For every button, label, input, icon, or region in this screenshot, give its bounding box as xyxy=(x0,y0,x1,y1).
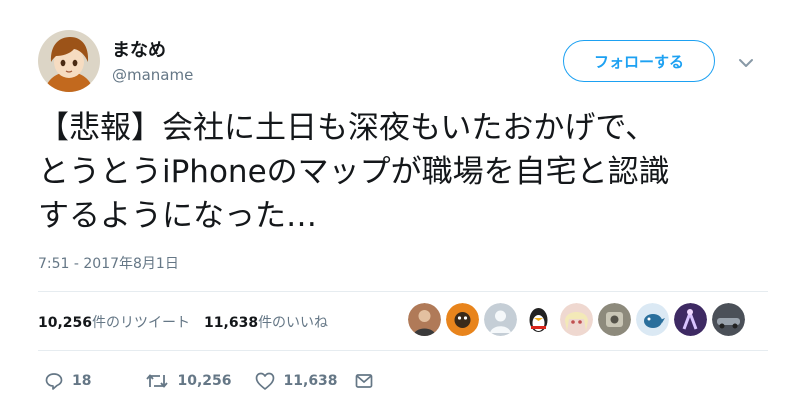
chevron-down-icon xyxy=(739,59,753,67)
tweet-timestamp[interactable]: 7:51 - 2017年8月1日 xyxy=(38,253,179,273)
direct-message-button[interactable] xyxy=(354,371,374,391)
engagement-stats: 10,256件のリツイート 11,638件のいいね xyxy=(38,312,328,332)
retweet-icon xyxy=(146,374,169,388)
user-handle[interactable]: @maname xyxy=(112,66,193,84)
display-name[interactable]: まなめ xyxy=(112,36,166,62)
like-stat-count: 11,638 xyxy=(204,315,259,331)
tweet-card: まなめ @maname フォローする 【悲報】会社に土日も深夜もいたおかげで、 … xyxy=(0,0,800,417)
tweet-text-line: とうとうiPhoneのマップが職場を自宅と認識 xyxy=(38,154,670,190)
tweet-text-line: 【悲報】会社に土日も深夜もいたおかげで、 xyxy=(38,110,657,146)
like-count: 11,638 xyxy=(283,373,338,389)
like-stat[interactable]: 11,638件のいいね xyxy=(204,315,328,331)
liker-avatars xyxy=(408,303,745,337)
divider xyxy=(38,350,768,351)
retweet-stat[interactable]: 10,256件のリツイート xyxy=(38,315,190,331)
reply-icon xyxy=(45,373,63,390)
tweet-text-line: するようになった… xyxy=(38,198,317,234)
heart-icon xyxy=(255,372,274,390)
tweet-actions: 18 10,256 11,638 xyxy=(44,369,374,393)
retweet-stat-count: 10,256 xyxy=(38,315,93,331)
liker-avatar[interactable] xyxy=(674,303,707,336)
liker-avatar[interactable] xyxy=(484,303,517,336)
reply-button[interactable]: 18 xyxy=(44,371,91,391)
retweet-button[interactable]: 10,256 xyxy=(145,371,232,391)
liker-avatar[interactable] xyxy=(522,303,555,336)
liker-avatar[interactable] xyxy=(560,303,593,336)
user-avatar[interactable] xyxy=(38,30,100,92)
like-stat-label: 件のいいね xyxy=(258,315,329,331)
like-button[interactable]: 11,638 xyxy=(254,371,338,391)
liker-avatar[interactable] xyxy=(408,303,441,336)
liker-avatar[interactable] xyxy=(712,303,745,336)
liker-avatar[interactable] xyxy=(598,303,631,336)
retweet-count: 10,256 xyxy=(177,373,232,389)
retweet-stat-label: 件のリツイート xyxy=(92,315,191,331)
tweet-text: 【悲報】会社に土日も深夜もいたおかげで、 とうとうiPhoneのマップが職場を自… xyxy=(38,106,778,238)
anime-character-avatar-icon xyxy=(38,30,100,92)
more-options-button[interactable] xyxy=(738,54,754,67)
liker-avatar[interactable] xyxy=(446,303,479,336)
liker-avatar[interactable] xyxy=(636,303,669,336)
follow-button[interactable]: フォローする xyxy=(563,40,715,82)
divider xyxy=(38,291,768,292)
envelope-icon xyxy=(355,374,372,388)
reply-count: 18 xyxy=(72,373,92,389)
